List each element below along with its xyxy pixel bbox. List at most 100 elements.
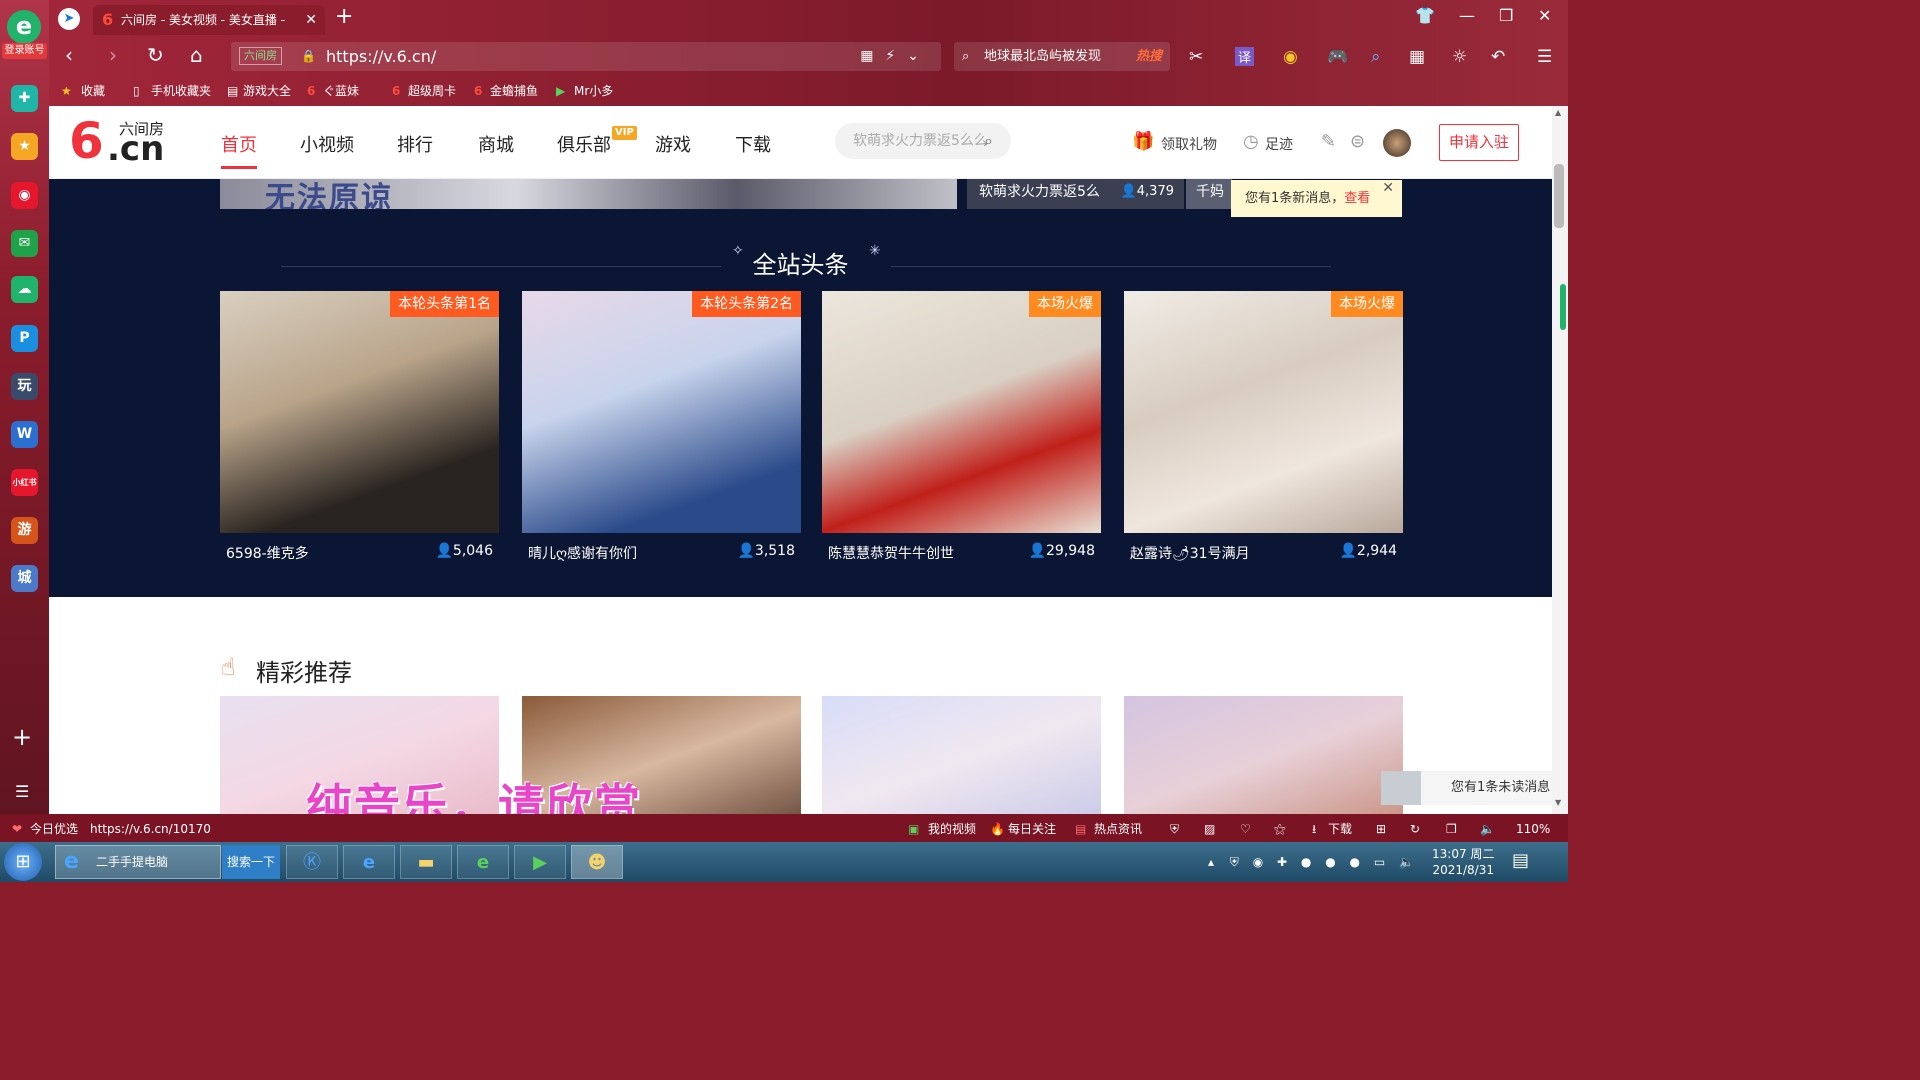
footprint-link[interactable]: 足迹 xyxy=(1265,134,1293,154)
recommend-card[interactable] xyxy=(822,696,1101,814)
headline-card[interactable]: 本轮头条第1名 6598-维克多 👤5,046 xyxy=(220,291,499,571)
hot-news-link[interactable]: 热点资讯 xyxy=(1094,814,1142,844)
edit-icon[interactable]: ✎ xyxy=(1321,131,1336,152)
active-app-icon[interactable]: ☻ xyxy=(571,845,623,879)
scroll-up-icon[interactable]: ▲ xyxy=(1555,108,1561,117)
tray-shield-icon[interactable]: ⛨ xyxy=(1230,855,1239,869)
taskbar-clock[interactable]: 13:07 周二 2021/8/31 xyxy=(1432,846,1494,878)
recommend-card[interactable] xyxy=(1124,696,1403,814)
compass-icon[interactable]: ➤ xyxy=(58,8,80,30)
taskbar-search-button[interactable]: 搜索一下 xyxy=(222,845,280,879)
new-tab-icon[interactable]: + xyxy=(335,4,353,29)
streamer-name[interactable]: 赵露诗🌶31号满月 xyxy=(1130,543,1250,563)
close-tab-icon[interactable]: ✕ xyxy=(305,5,317,35)
tray-volume-icon[interactable]: 🔈 xyxy=(1399,855,1414,869)
carousel-banner[interactable]: 无法原谅 xyxy=(220,179,957,209)
forward-icon[interactable]: › xyxy=(109,43,117,67)
mail-icon[interactable]: ✉ xyxy=(11,230,38,257)
page-scrollbar[interactable]: ▲ ▼ xyxy=(1552,106,1568,814)
restore-icon[interactable]: ❐ xyxy=(1499,6,1513,25)
volume-icon[interactable]: 🔈 xyxy=(1480,814,1495,844)
bookmark-favorites[interactable]: 收藏 xyxy=(81,78,105,104)
tray-qq-icon[interactable]: ● xyxy=(1301,855,1311,869)
image-icon[interactable]: ▨ xyxy=(1204,814,1215,844)
magnifier-icon[interactable]: ⌕ xyxy=(1371,47,1381,67)
tray-network-icon[interactable]: ▭ xyxy=(1374,855,1385,869)
apps-grid-icon[interactable]: ▦ xyxy=(1409,47,1425,67)
translate-icon[interactable]: 译 xyxy=(1235,47,1255,66)
p-app-icon[interactable]: P xyxy=(11,325,38,352)
nav-short-video[interactable]: 小视频 xyxy=(300,131,354,157)
coin-icon[interactable]: ◉ xyxy=(1283,47,1298,67)
site-search-input[interactable]: 软萌求火力票返5么么 ⌕ xyxy=(835,123,1011,159)
scissors-icon[interactable]: ✂ xyxy=(1189,47,1203,67)
main-menu-icon[interactable]: ☰ xyxy=(1537,47,1552,67)
rail-menu-icon[interactable]: ☰ xyxy=(15,782,29,801)
brightness-icon[interactable]: ☼ xyxy=(1452,47,1467,67)
apply-join-button[interactable]: 申请入驻 xyxy=(1439,124,1519,161)
xiaohongshu-icon[interactable]: 小红书 xyxy=(11,469,38,496)
daily-follow-link[interactable]: 每日关注 xyxy=(1008,814,1056,844)
stream-thumbnail[interactable] xyxy=(220,291,499,533)
tray-plus-icon[interactable]: ✚ xyxy=(1277,855,1287,869)
cleanup-icon[interactable]: ⚝ xyxy=(1274,814,1286,844)
streamer-name[interactable]: 晴儿ღ感谢有你们 xyxy=(528,543,637,563)
refresh-icon[interactable]: ↻ xyxy=(1410,814,1420,844)
browser-tab[interactable]: 6 六间房 - 美女视频 - 美女直播 - ✕ xyxy=(93,5,325,35)
download-link[interactable]: 下载 xyxy=(1328,814,1352,844)
side-live-card-2[interactable]: 千妈 xyxy=(1186,179,1232,209)
bookmark-phone-favorites[interactable]: 手机收藏夹 xyxy=(151,78,211,104)
start-button[interactable]: ⊞ xyxy=(4,843,42,881)
bookmark-lanmei[interactable]: ぐ蓝妹 xyxy=(323,78,359,104)
scrollbar-thumb[interactable] xyxy=(1554,164,1564,228)
ie-taskbar-icon[interactable]: e xyxy=(343,845,395,879)
address-tools-icon[interactable]: ▦⚡⌄ xyxy=(860,42,931,71)
tray-arrow-icon[interactable]: ▴ xyxy=(1208,855,1214,869)
heart-outline-icon[interactable]: ♡ xyxy=(1240,814,1251,844)
k-app-icon[interactable]: Ⓚ xyxy=(286,845,338,879)
browser-taskbar-icon[interactable]: e xyxy=(457,845,509,879)
window-icon[interactable]: ❐ xyxy=(1446,814,1457,844)
player-icon[interactable]: ▶ xyxy=(514,845,566,879)
side-live-card[interactable]: 软萌求火力票返5么 👤4,379 xyxy=(967,179,1184,209)
nav-games[interactable]: 游戏 xyxy=(655,131,691,157)
taskbar-ie-window[interactable]: e 二手手提电脑 xyxy=(55,845,221,879)
avatar[interactable] xyxy=(1383,129,1411,157)
login-button[interactable]: 登录账号 xyxy=(2,43,47,59)
site-logo[interactable]: 6 xyxy=(69,116,104,166)
city-game-icon[interactable]: 城 xyxy=(11,565,38,592)
side-handle[interactable] xyxy=(1560,284,1566,330)
unread-message-popup[interactable]: 您有1条未读消息 xyxy=(1381,771,1552,805)
headline-card[interactable]: 本轮头条第2名 晴儿ღ感谢有你们 👤3,518 xyxy=(522,291,801,571)
cloud-icon[interactable]: ☁ xyxy=(11,276,38,303)
nav-club[interactable]: 俱乐部 xyxy=(557,131,611,157)
address-bar[interactable]: 六间房 🔒 https://v.6.cn/ ▦⚡⌄ xyxy=(231,42,941,71)
streamer-name[interactable]: 陈慧慧恭贺牛牛创世 xyxy=(828,543,954,563)
gamepad-icon[interactable]: 🎮 xyxy=(1327,47,1348,67)
weibo-icon[interactable]: ◉ xyxy=(11,182,38,209)
shield-icon[interactable]: ⛨ xyxy=(1170,814,1179,844)
close-toast-icon[interactable]: ✕ xyxy=(1382,170,1394,207)
close-window-icon[interactable]: ✕ xyxy=(1538,6,1551,25)
search-icon[interactable]: ⌕ xyxy=(984,123,993,159)
gift-link[interactable]: 领取礼物 xyxy=(1161,134,1217,154)
zoom-level[interactable]: 110% xyxy=(1516,814,1550,844)
back-icon[interactable]: ‹ xyxy=(65,43,73,67)
my-videos-link[interactable]: 我的视频 xyxy=(928,814,976,844)
nav-home[interactable]: 首页 xyxy=(221,131,257,169)
tray-browser-icon[interactable]: ◉ xyxy=(1253,855,1263,869)
browser-logo-icon[interactable]: e xyxy=(7,10,41,44)
app-green-cross-icon[interactable]: ✚ xyxy=(11,85,38,112)
action-center-icon[interactable]: ▤ xyxy=(1512,850,1529,871)
bookmark-games[interactable]: 游戏大全 xyxy=(243,78,291,104)
nav-mall[interactable]: 商城 xyxy=(478,131,514,157)
search-box[interactable]: ⌕ 地球最北岛屿被发现 热搜 xyxy=(954,42,1170,71)
add-app-icon[interactable]: + xyxy=(12,724,32,750)
scroll-down-icon[interactable]: ▼ xyxy=(1555,798,1561,807)
star-icon[interactable]: ★ xyxy=(11,133,38,160)
bookmark-mrxiaoduo[interactable]: Mr小多 xyxy=(574,78,613,104)
stream-thumbnail[interactable] xyxy=(822,291,1101,533)
network-icon[interactable]: ⊞ xyxy=(1376,814,1386,844)
tray-app-icon[interactable]: ● xyxy=(1325,855,1335,869)
headline-card[interactable]: 本场火爆 陈慧慧恭贺牛牛创世 👤29,948 xyxy=(822,291,1101,571)
